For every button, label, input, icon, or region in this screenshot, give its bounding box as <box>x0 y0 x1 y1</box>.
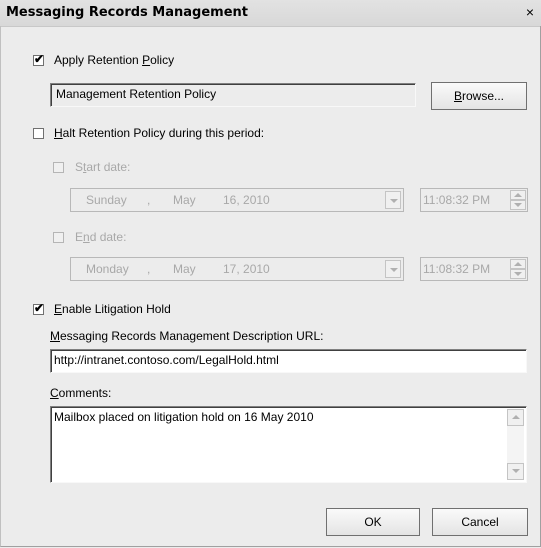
start-date-picker[interactable]: Sunday , May 16, 2010 <box>70 188 404 212</box>
start-date-checkbox[interactable] <box>53 162 64 173</box>
checkmark-icon: ✔ <box>34 52 45 66</box>
browse-button[interactable]: Browse... <box>431 82 527 110</box>
end-date-label: End date: <box>75 230 127 244</box>
end-weekday: Monday <box>86 262 129 276</box>
start-time: 11:08:32 PM <box>423 193 491 207</box>
chevron-down-icon[interactable] <box>385 260 401 278</box>
spin-down-icon[interactable] <box>510 269 526 279</box>
end-month: May <box>173 262 196 276</box>
end-date-checkbox[interactable] <box>53 232 64 243</box>
retention-policy-field: Management Retention Policy <box>50 83 416 107</box>
scroll-down-icon[interactable] <box>507 463 524 480</box>
close-icon[interactable]: × <box>522 3 538 21</box>
end-time: 11:08:32 PM <box>423 262 491 276</box>
spin-up-icon[interactable] <box>510 259 526 269</box>
start-weekday: Sunday <box>86 193 127 207</box>
comments-value: Mailbox placed on litigation hold on 16 … <box>54 410 314 424</box>
end-time-picker[interactable]: 11:08:32 PM <box>420 257 528 281</box>
spin-up-icon[interactable] <box>510 190 526 200</box>
start-time-picker[interactable]: 11:08:32 PM <box>420 188 528 212</box>
comments-textarea[interactable]: Mailbox placed on litigation hold on 16 … <box>50 406 527 483</box>
end-day-year: 17, 2010 <box>223 262 270 276</box>
end-date-picker[interactable]: Monday , May 17, 2010 <box>70 257 404 281</box>
description-url-value: http://intranet.contoso.com/LegalHold.ht… <box>54 353 279 367</box>
end-separator: , <box>147 262 151 276</box>
apply-retention-policy-label: Apply Retention Policy <box>54 53 175 67</box>
description-url-input[interactable]: http://intranet.contoso.com/LegalHold.ht… <box>50 349 527 373</box>
halt-retention-checkbox[interactable] <box>33 128 44 139</box>
start-day-year: 16, 2010 <box>223 193 270 207</box>
comments-label: Comments: <box>50 386 112 400</box>
checkmark-icon: ✔ <box>34 301 45 315</box>
retention-policy-value: Management Retention Policy <box>56 87 217 101</box>
spin-down-icon[interactable] <box>510 200 526 210</box>
window-title: Messaging Records Management <box>6 5 248 20</box>
litigation-hold-checkbox[interactable]: ✔ <box>33 301 45 315</box>
cancel-button[interactable]: Cancel <box>432 508 528 536</box>
chevron-down-icon[interactable] <box>385 191 401 209</box>
description-url-label: Messaging Records Management Description… <box>50 329 324 343</box>
comments-scrollbar[interactable] <box>507 409 524 480</box>
start-date-label: Start date: <box>75 160 131 174</box>
start-month: May <box>173 193 196 207</box>
ok-button[interactable]: OK <box>326 508 420 536</box>
start-separator: , <box>147 193 151 207</box>
halt-retention-label: Halt Retention Policy during this period… <box>54 126 265 140</box>
litigation-hold-label: Enable Litigation Hold <box>54 302 171 316</box>
scroll-up-icon[interactable] <box>507 409 524 426</box>
apply-retention-policy-checkbox[interactable]: ✔ <box>33 52 45 66</box>
